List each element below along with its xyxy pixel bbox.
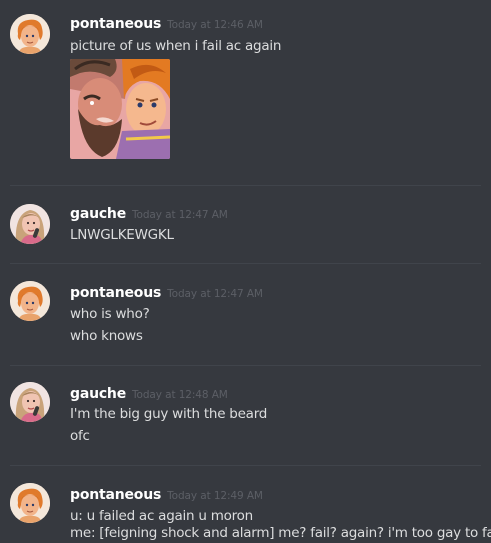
message-text: me: [feigning shock and alarm] me? fail?… xyxy=(70,525,491,541)
timestamp: Today at 12:49 AM xyxy=(167,490,263,502)
message-group: pontaneous Today at 12:47 AM who is who? … xyxy=(0,264,491,365)
hercules-avatar-icon[interactable] xyxy=(10,281,50,321)
message-group: pontaneous Today at 12:46 AM picture of u… xyxy=(0,0,491,185)
message-text: LNWGLKEWGKL xyxy=(70,227,174,243)
message-header: pontaneous Today at 12:49 AM xyxy=(70,484,263,506)
girl-avatar-icon[interactable] xyxy=(10,382,50,422)
timestamp: Today at 12:48 AM xyxy=(132,389,228,401)
timestamp: Today at 12:47 AM xyxy=(167,288,263,300)
message-header: gauche Today at 12:48 AM xyxy=(70,383,228,405)
hercules-avatar-icon[interactable] xyxy=(10,483,50,523)
username[interactable]: pontaneous xyxy=(70,285,161,301)
hercules-avatar-icon[interactable] xyxy=(10,14,50,54)
message-text: picture of us when i fail ac again xyxy=(70,38,282,54)
timestamp: Today at 12:47 AM xyxy=(132,209,228,221)
message-text: ofc xyxy=(70,428,90,444)
message-group: gauche Today at 12:47 AM LNWGLKEWGKL xyxy=(0,186,491,263)
timestamp: Today at 12:46 AM xyxy=(167,19,263,31)
message-header: pontaneous Today at 12:47 AM xyxy=(70,282,263,304)
message-text: who is who? xyxy=(70,306,150,322)
message-group: pontaneous Today at 12:49 AM u: u failed … xyxy=(0,466,491,543)
username[interactable]: gauche xyxy=(70,206,126,222)
message-header: pontaneous Today at 12:46 AM xyxy=(70,13,263,35)
message-header: gauche Today at 12:47 AM xyxy=(70,203,228,225)
hercules-phil-image[interactable] xyxy=(70,59,170,159)
username[interactable]: pontaneous xyxy=(70,16,161,32)
username[interactable]: gauche xyxy=(70,386,126,402)
message-text: I'm the big guy with the beard xyxy=(70,406,268,422)
message-group: gauche Today at 12:48 AM I'm the big guy … xyxy=(0,366,491,465)
girl-avatar-icon[interactable] xyxy=(10,204,50,244)
message-text: who knows xyxy=(70,328,143,344)
username[interactable]: pontaneous xyxy=(70,487,161,503)
